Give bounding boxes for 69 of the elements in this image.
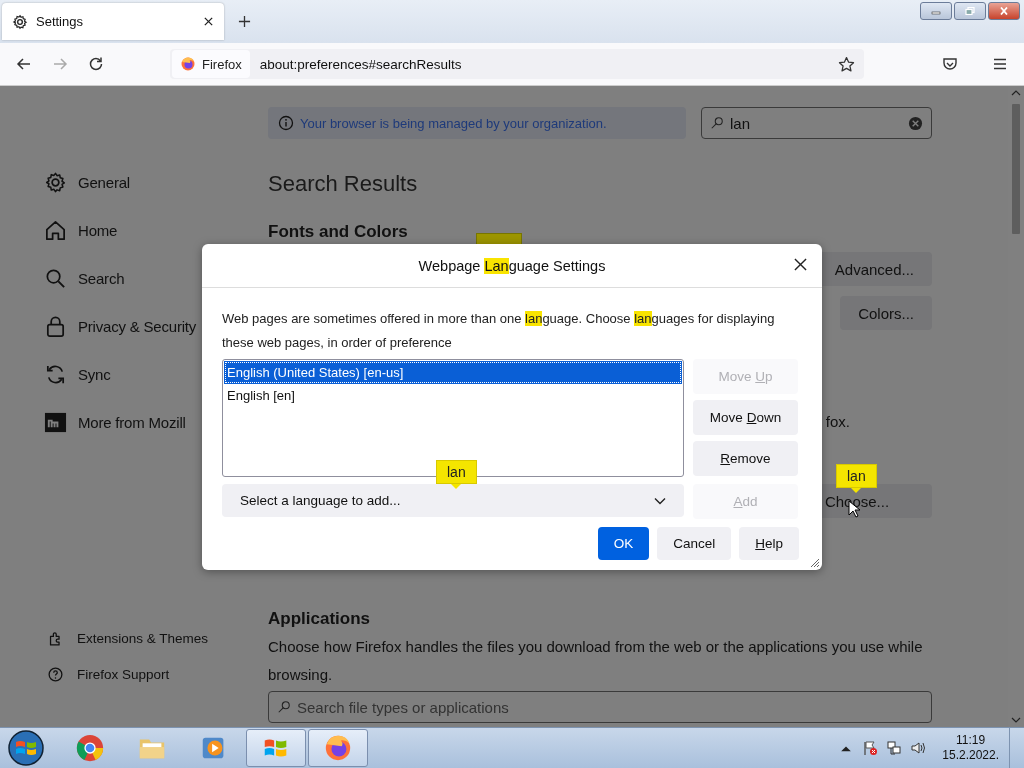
clear-icon[interactable] (908, 115, 923, 131)
browser-tab[interactable]: Settings (2, 3, 224, 40)
lock-icon (44, 314, 67, 338)
close-icon[interactable] (794, 258, 807, 271)
dialog-title: Webpage Language Settings (418, 257, 606, 274)
move-down-button[interactable]: Move Down (693, 400, 798, 435)
flag-icon[interactable] (862, 740, 879, 756)
clock[interactable]: 11:19 15.2.2022. (942, 733, 999, 763)
sidebar-item[interactable]: Home (44, 206, 268, 254)
home-icon (44, 218, 67, 242)
address-bar[interactable]: Firefox about:preferences#searchResults (170, 49, 864, 79)
dialog-description: Web pages are sometimes offered in more than one language. Choose languages for displaying these web pages, in order of preference (222, 310, 776, 352)
page-heading: Search Results (268, 170, 419, 198)
minimize-button[interactable] (920, 2, 952, 20)
firefox-icon (323, 733, 353, 763)
language-option[interactable]: English (United States) [en-us] (224, 361, 682, 384)
scrollbar-thumb[interactable] (1012, 104, 1020, 234)
start-button[interactable] (6, 728, 46, 768)
close-icon (998, 7, 1010, 15)
remove-button[interactable]: Remove (693, 441, 798, 476)
close-icon[interactable] (203, 16, 214, 27)
paragraph-text: fox. (825, 412, 850, 432)
sidebar-link[interactable]: Firefox Support (44, 656, 268, 692)
language-option[interactable]: English [en] (224, 384, 682, 407)
ok-button[interactable]: OK (597, 527, 650, 560)
search-icon (277, 700, 291, 714)
network-icon[interactable] (886, 740, 903, 756)
sidebar-item[interactable]: General (44, 158, 268, 206)
scroll-up-icon[interactable] (1011, 90, 1021, 96)
firefox-icon (180, 56, 196, 72)
search-field[interactable]: lan (701, 107, 932, 139)
taskbar-button[interactable] (308, 729, 368, 767)
gear-icon (44, 170, 67, 194)
pocket-icon[interactable] (942, 56, 958, 72)
restore-button[interactable] (954, 2, 986, 20)
chrome-icon (75, 733, 105, 763)
language-dropdown[interactable]: Select a language to add... (222, 484, 684, 517)
menu-icon[interactable] (992, 56, 1008, 72)
gear-icon (12, 13, 28, 30)
restore-icon (964, 7, 976, 15)
scroll-down-icon[interactable] (1011, 717, 1021, 723)
volume-icon[interactable] (910, 740, 927, 756)
notice-text: Your browser is being managed by your organization. (300, 115, 607, 131)
resize-grip-icon[interactable] (808, 556, 820, 568)
section-heading: Fonts and Colors (268, 222, 408, 241)
chevron-down-icon (654, 496, 666, 505)
section-description: Choose how Firefox handles the files you download from the web or the applications you use while browsing. (268, 637, 924, 685)
colors-button[interactable]: Colors... (840, 296, 932, 330)
star-icon[interactable] (838, 55, 855, 73)
identity-box[interactable]: Firefox (172, 50, 250, 78)
sidebar-item[interactable]: Search (44, 254, 268, 302)
search-field[interactable]: Search file types or applications (268, 691, 932, 723)
taskbar-button[interactable] (246, 729, 306, 767)
new-tab-icon[interactable] (238, 15, 251, 28)
info-icon (278, 115, 294, 131)
search-icon (710, 116, 724, 130)
close-window-button[interactable] (988, 2, 1020, 20)
identity-label: Firefox (202, 56, 242, 72)
help-icon (47, 665, 64, 683)
url-text: about:preferences#searchResults (259, 56, 463, 72)
reload-icon[interactable] (88, 56, 104, 72)
cancel-button[interactable]: Cancel (657, 527, 732, 560)
m-logo-icon (44, 410, 67, 434)
section-heading: Applications (268, 608, 371, 630)
help-button[interactable]: Help (739, 527, 799, 560)
back-icon[interactable] (16, 56, 32, 72)
sidebar-link[interactable]: Extensions & Themes (44, 620, 268, 656)
search-icon (44, 266, 67, 290)
tab-title: Settings (36, 14, 84, 29)
